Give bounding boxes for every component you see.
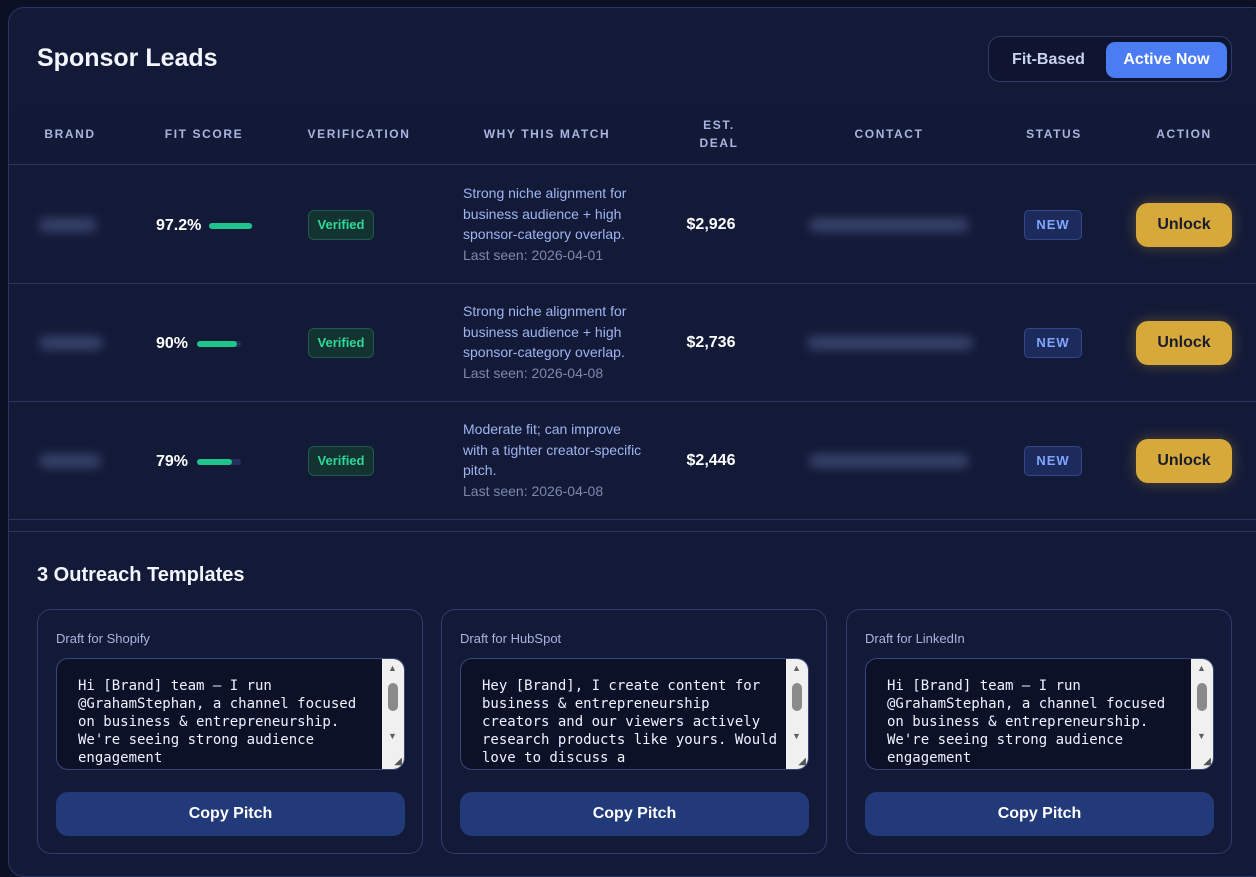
pitch-textarea[interactable]: Hey [Brand], I create content for busine… — [460, 658, 809, 770]
scroll-down-icon[interactable]: ▼ — [1197, 731, 1206, 741]
textarea-scrollbar[interactable]: ▲ ▼ — [1191, 659, 1213, 769]
mode-toggle: Fit-Based Active Now — [988, 36, 1232, 82]
verified-badge: Verified — [308, 210, 374, 240]
template-card: Draft for HubSpot Hey [Brand], I create … — [441, 609, 827, 854]
panel-header: Sponsor Leads Fit-Based Active Now — [9, 8, 1256, 108]
why-this-match: Strong niche alignment for business audi… — [463, 183, 643, 265]
why-text: Strong niche alignment for business audi… — [463, 185, 627, 242]
col-est: EST. — [703, 118, 735, 132]
fit-score: 90% — [156, 335, 189, 352]
fit-score-bar — [197, 459, 241, 465]
section-divider — [9, 531, 1256, 532]
col-verification: VERIFICATION — [307, 127, 411, 141]
status-badge: NEW — [1024, 446, 1082, 476]
sponsor-leads-panel: Sponsor Leads Fit-Based Active Now BRAND… — [8, 7, 1256, 877]
last-seen: Last seen: 2026-04-01 — [463, 246, 604, 263]
template-label: Draft for Shopify — [56, 631, 150, 646]
fit-score-bar-fill — [197, 341, 237, 347]
pitch-textarea[interactable]: Hi [Brand] team — I run @GrahamStephan, … — [56, 658, 405, 770]
fit-based-toggle[interactable]: Fit-Based — [995, 42, 1102, 78]
brand-name-blurred — [39, 218, 97, 232]
scrollbar-thumb[interactable] — [1197, 683, 1207, 711]
contact-blurred — [809, 218, 969, 232]
est-deal: $2,736 — [686, 334, 736, 351]
verified-badge: Verified — [308, 328, 374, 358]
why-this-match: Strong niche alignment for business audi… — [463, 301, 643, 383]
fit-score-bar-fill — [209, 223, 252, 229]
template-card: Draft for LinkedIn Hi [Brand] team — I r… — [846, 609, 1232, 854]
table-row: 79% Verified Moderate fit; can improve w… — [9, 402, 1256, 520]
scroll-up-icon[interactable]: ▲ — [792, 663, 801, 673]
scroll-up-icon[interactable]: ▲ — [388, 663, 397, 673]
last-seen: Last seen: 2026-04-08 — [463, 482, 604, 499]
scroll-down-icon[interactable]: ▼ — [792, 731, 801, 741]
status-badge: NEW — [1024, 328, 1082, 358]
resize-grip-icon[interactable]: ◢ — [798, 756, 806, 767]
fit-score: 97.2% — [156, 217, 202, 234]
template-label: Draft for LinkedIn — [865, 631, 965, 646]
fit-score-bar-fill — [197, 459, 232, 465]
status-badge: NEW — [1024, 210, 1082, 240]
templates-title: 3 Outreach Templates — [37, 564, 245, 586]
table-header: BRAND FIT SCORE VERIFICATION WHY THIS MA… — [9, 108, 1256, 165]
unlock-button[interactable]: Unlock — [1136, 203, 1232, 247]
why-text: Strong niche alignment for business audi… — [463, 303, 627, 360]
brand-name-blurred — [39, 336, 103, 350]
table-row: 90% Verified Strong niche alignment for … — [9, 284, 1256, 402]
scroll-up-icon[interactable]: ▲ — [1197, 663, 1206, 673]
brand-name-blurred — [39, 454, 101, 468]
page-title: Sponsor Leads — [37, 44, 218, 72]
scrollbar-thumb[interactable] — [792, 683, 802, 711]
fit-score-bar — [209, 223, 253, 229]
unlock-button[interactable]: Unlock — [1136, 439, 1232, 483]
fit-score: 79% — [156, 453, 189, 470]
textarea-scrollbar[interactable]: ▲ ▼ — [382, 659, 404, 769]
pitch-text: Hi [Brand] team — I run @GrahamStephan, … — [78, 678, 365, 766]
copy-pitch-button[interactable]: Copy Pitch — [865, 792, 1214, 836]
copy-pitch-button[interactable]: Copy Pitch — [460, 792, 809, 836]
template-label: Draft for HubSpot — [460, 631, 562, 646]
col-why: WHY THIS MATCH — [483, 127, 611, 141]
template-card: Draft for Shopify Hi [Brand] team — I ru… — [37, 609, 423, 854]
col-status: STATUS — [1026, 127, 1082, 141]
contact-blurred — [809, 454, 969, 468]
textarea-scrollbar[interactable]: ▲ ▼ — [786, 659, 808, 769]
pitch-textarea[interactable]: Hi [Brand] team — I run @GrahamStephan, … — [865, 658, 1214, 770]
scrollbar-thumb[interactable] — [388, 683, 398, 711]
est-deal: $2,926 — [686, 216, 736, 233]
pitch-text: Hi [Brand] team — I run @GrahamStephan, … — [887, 678, 1174, 766]
est-deal: $2,446 — [686, 452, 736, 469]
copy-pitch-button[interactable]: Copy Pitch — [56, 792, 405, 836]
contact-blurred — [807, 336, 973, 350]
fit-score-bar — [197, 341, 241, 347]
pitch-text: Hey [Brand], I create content for busine… — [482, 678, 786, 766]
active-now-toggle[interactable]: Active Now — [1106, 42, 1227, 78]
col-deal: DEAL — [699, 136, 739, 150]
unlock-button[interactable]: Unlock — [1136, 321, 1232, 365]
col-contact: CONTACT — [854, 127, 924, 141]
resize-grip-icon[interactable]: ◢ — [394, 756, 402, 767]
why-text: Moderate fit; can improve with a tighter… — [463, 421, 642, 478]
col-action: ACTION — [1156, 127, 1212, 141]
why-this-match: Moderate fit; can improve with a tighter… — [463, 419, 643, 501]
verified-badge: Verified — [308, 446, 374, 476]
scroll-down-icon[interactable]: ▼ — [388, 731, 397, 741]
col-fit-score: FIT SCORE — [164, 127, 244, 141]
table-row: 97.2% Verified Strong niche alignment fo… — [9, 166, 1256, 284]
last-seen: Last seen: 2026-04-08 — [463, 364, 604, 381]
resize-grip-icon[interactable]: ◢ — [1203, 756, 1211, 767]
col-brand: BRAND — [44, 127, 96, 141]
